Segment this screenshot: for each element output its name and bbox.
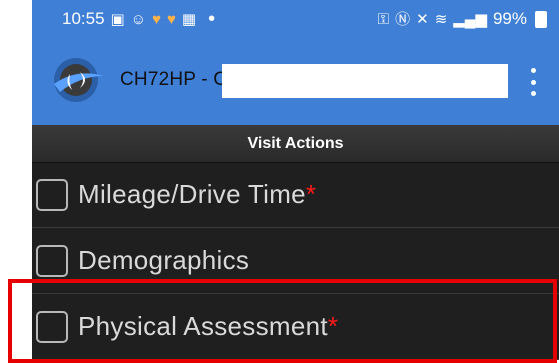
clock: 10:55 <box>62 9 105 28</box>
notification-dot: • <box>208 7 216 30</box>
wifi-icon: ≋ <box>434 10 448 28</box>
required-marker: * <box>305 179 317 209</box>
kebab-menu-icon[interactable] <box>529 68 537 96</box>
nfc-icon: Ⓝ <box>395 10 411 28</box>
mute-icon: ✕ <box>416 10 429 28</box>
required-marker: * <box>327 311 339 341</box>
app-title: CH72HP - C <box>120 69 228 90</box>
app-bar: CH72HP - C <box>32 38 559 125</box>
status-bar: 10:55 ▣ ☺ ♥ ♥ ▦ • ⚿ Ⓝ ✕ ≋ ▂▄▆ 99% <box>32 0 559 38</box>
action-label: Mileage/Drive Time <box>78 179 306 209</box>
physical-assessment-checkbox[interactable] <box>36 310 68 343</box>
signal-icon: ▂▄▆ <box>453 10 487 28</box>
section-header: Visit Actions <box>32 125 559 163</box>
calendar-icon: ▦ <box>181 10 197 28</box>
key-icon: ⚿ <box>377 10 390 28</box>
redacted-title-field <box>222 64 508 98</box>
smiley-icon: ☺ <box>130 10 147 28</box>
app-icon: ▣ <box>110 10 125 28</box>
action-row-demographics[interactable]: Demographics <box>32 228 559 294</box>
phone-screen: 10:55 ▣ ☺ ♥ ♥ ▦ • ⚿ Ⓝ ✕ ≋ ▂▄▆ 99% CH72HP… <box>32 0 559 360</box>
action-row-mileage[interactable]: Mileage/Drive Time * <box>32 162 559 228</box>
action-label: Physical Assessment <box>78 311 328 341</box>
mileage-checkbox[interactable] <box>36 178 68 211</box>
battery-percent: 99% <box>492 9 527 28</box>
battery-icon <box>535 10 547 28</box>
action-row-physical-assessment[interactable]: Physical Assessment * <box>32 294 559 360</box>
app-logo-icon <box>54 58 104 102</box>
demographics-checkbox[interactable] <box>36 244 68 277</box>
orange-heart-icon: ♥ <box>166 10 176 28</box>
orange-heart-icon: ♥ <box>152 10 161 28</box>
action-label: Demographics <box>78 245 250 275</box>
